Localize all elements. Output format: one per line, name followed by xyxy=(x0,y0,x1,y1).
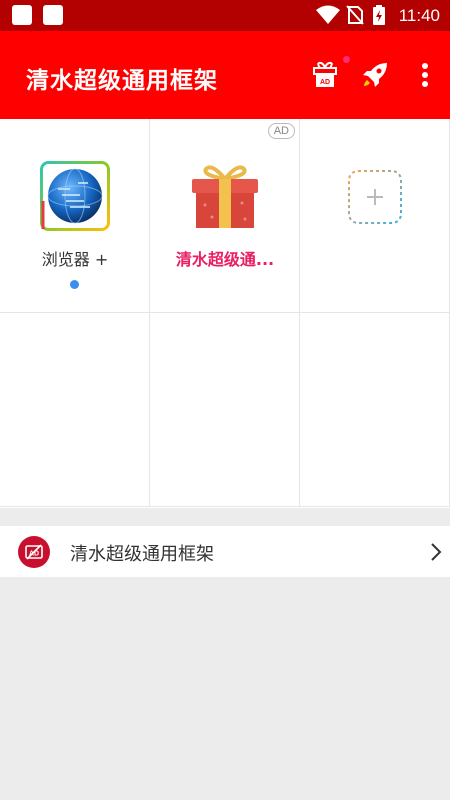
wifi-icon xyxy=(316,5,340,24)
gift-ad-button[interactable]: AD xyxy=(308,58,342,92)
more-menu-button[interactable] xyxy=(408,58,442,92)
grid-item-add[interactable] xyxy=(300,119,450,313)
ad-badge: AD xyxy=(267,123,295,139)
grid-empty-slot xyxy=(0,313,150,507)
list-item-label: 清水超级通用框架 xyxy=(70,544,214,565)
app-title: 清水超级通用框架 xyxy=(26,68,218,94)
browser-globe-icon xyxy=(40,161,110,231)
grid-item-label: 清水超级通... xyxy=(175,250,275,269)
chevron-right-icon xyxy=(431,543,442,561)
notification-icon xyxy=(43,5,63,25)
more-vert-icon xyxy=(422,63,428,87)
grid-empty-slot xyxy=(300,313,450,507)
battery-charging-icon xyxy=(373,5,385,25)
status-time: 11:40 xyxy=(398,6,440,25)
list-item[interactable]: AD 清水超级通用框架 xyxy=(0,526,450,577)
grid-item-ad-gift[interactable]: AD 清水超级通... xyxy=(150,119,300,313)
rocket-button[interactable] xyxy=(358,58,392,92)
rocket-icon xyxy=(363,63,387,87)
add-app-icon xyxy=(348,170,402,224)
grid-item-browser[interactable]: 浏览器 + xyxy=(0,119,150,313)
no-sim-icon xyxy=(346,5,364,25)
notification-icon xyxy=(12,5,32,25)
svg-text:AD: AD xyxy=(320,79,330,86)
app-bar: 清水超级通用框架 AD xyxy=(0,31,450,119)
gift-box-icon xyxy=(192,165,258,228)
no-ad-icon: AD xyxy=(18,536,50,568)
gift-ad-icon: AD xyxy=(313,61,337,87)
notification-dot xyxy=(343,56,350,63)
new-indicator-dot xyxy=(70,280,79,289)
grid-item-label: 浏览器 + xyxy=(41,250,109,269)
status-bar: 11:40 xyxy=(0,0,450,31)
app-grid: 浏览器 + AD 清水超级通... xyxy=(0,119,450,508)
grid-empty-slot xyxy=(150,313,300,507)
